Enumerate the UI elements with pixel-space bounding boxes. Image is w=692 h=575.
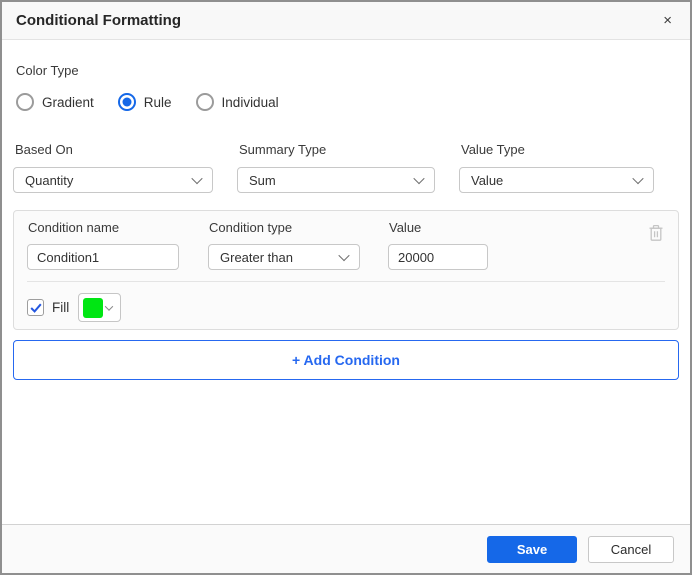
close-icon[interactable]: × [659, 11, 676, 30]
radio-circle-selected-icon[interactable] [118, 93, 136, 111]
radio-circle-icon[interactable] [16, 93, 34, 111]
conditional-formatting-dialog: Conditional Formatting × Color Type Grad… [0, 0, 692, 575]
chevron-down-icon [105, 302, 113, 310]
fill-row: Fill [27, 293, 665, 322]
summary-type-value: Sum [249, 173, 276, 188]
fill-color-dropdown[interactable] [78, 293, 121, 322]
condition-type-dropdown[interactable]: Greater than [208, 244, 360, 270]
delete-condition-button[interactable] [648, 224, 664, 242]
based-on-dropdown[interactable]: Quantity [13, 167, 213, 193]
fields-row: Based On Quantity Summary Type Sum Value… [13, 142, 679, 193]
fill-checkbox[interactable] [27, 299, 44, 316]
fill-color-swatch [83, 298, 103, 318]
dialog-body: Color Type Gradient Rule Individual Base… [2, 63, 690, 380]
condition-panel: Condition name Condition type Greater th… [13, 210, 679, 330]
add-condition-button[interactable]: + Add Condition [13, 340, 679, 380]
color-type-radio-group: Gradient Rule Individual [16, 93, 679, 111]
save-button[interactable]: Save [487, 536, 577, 563]
condition-type-value: Greater than [220, 250, 293, 265]
based-on-label: Based On [15, 142, 213, 157]
dialog-title: Conditional Formatting [16, 12, 181, 29]
condition-name-label: Condition name [28, 220, 179, 235]
dialog-footer: Save Cancel [2, 524, 690, 573]
field-value-type: Value Type Value [459, 142, 654, 193]
radio-individual[interactable]: Individual [196, 93, 279, 111]
condition-type-label: Condition type [209, 220, 360, 235]
value-type-value: Value [471, 173, 503, 188]
color-type-label: Color Type [16, 63, 679, 78]
condition-name-field: Condition name [27, 220, 179, 270]
chevron-down-icon [191, 173, 202, 184]
summary-type-label: Summary Type [239, 142, 435, 157]
condition-value-label: Value [389, 220, 488, 235]
radio-rule[interactable]: Rule [118, 93, 172, 111]
radio-gradient[interactable]: Gradient [16, 93, 94, 111]
dialog-header: Conditional Formatting × [2, 2, 690, 40]
value-type-label: Value Type [461, 142, 654, 157]
fill-label: Fill [52, 300, 69, 315]
field-based-on: Based On Quantity [13, 142, 213, 193]
condition-name-input[interactable] [27, 244, 179, 270]
field-summary-type: Summary Type Sum [237, 142, 435, 193]
radio-individual-label: Individual [222, 95, 279, 110]
summary-type-dropdown[interactable]: Sum [237, 167, 435, 193]
radio-rule-label: Rule [144, 95, 172, 110]
condition-value-input[interactable] [388, 244, 488, 270]
checkmark-icon [30, 303, 42, 313]
condition-value-field: Value [388, 220, 488, 270]
chevron-down-icon [632, 173, 643, 184]
based-on-value: Quantity [25, 173, 73, 188]
cancel-button[interactable]: Cancel [588, 536, 674, 563]
condition-type-field: Condition type Greater than [208, 220, 360, 270]
value-type-dropdown[interactable]: Value [459, 167, 654, 193]
radio-gradient-label: Gradient [42, 95, 94, 110]
chevron-down-icon [413, 173, 424, 184]
chevron-down-icon [338, 250, 349, 261]
condition-fields-row: Condition name Condition type Greater th… [27, 220, 665, 270]
trash-icon [648, 224, 664, 242]
condition-separator [27, 281, 665, 282]
radio-circle-icon[interactable] [196, 93, 214, 111]
